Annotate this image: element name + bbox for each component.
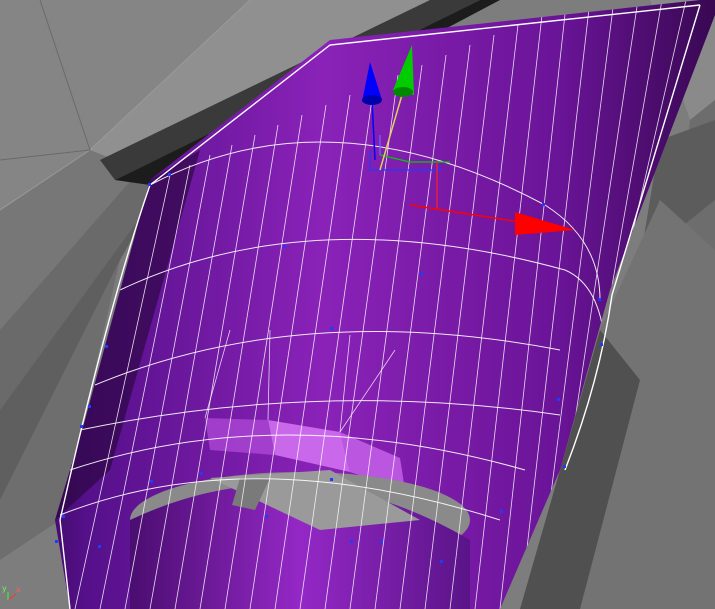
3d-viewport[interactable]: x y [0, 0, 715, 609]
view-axis-tripod: x y [2, 584, 21, 601]
tripod-x-label: x [16, 585, 21, 594]
tripod-y-label: y [2, 584, 7, 593]
tripod-x-line [7, 593, 17, 601]
